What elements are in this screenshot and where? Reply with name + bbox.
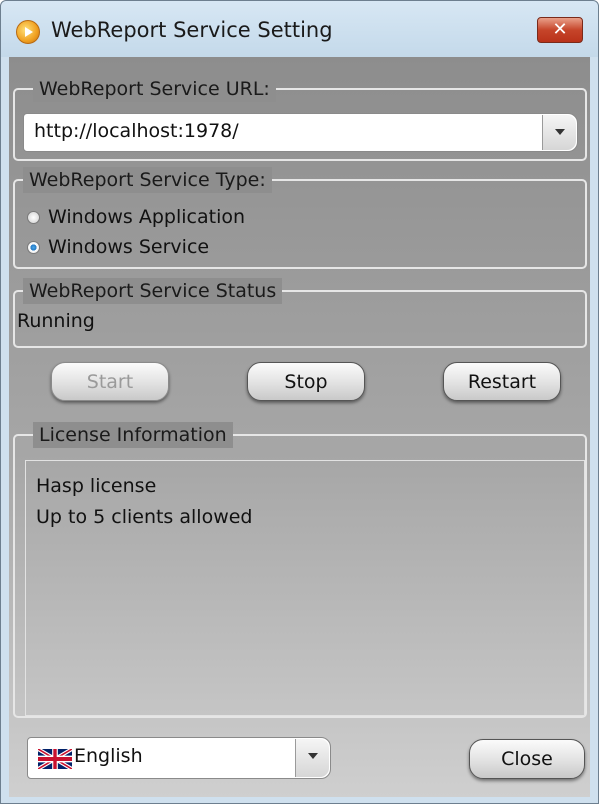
service-status-legend: WebReport Service Status (23, 278, 283, 304)
service-status-group: WebReport Service Status Running (13, 278, 587, 348)
window-title: WebReport Service Setting (51, 18, 333, 42)
restart-button[interactable]: Restart (443, 362, 561, 401)
app-icon (16, 20, 40, 44)
footer-bar: English Close (9, 717, 590, 797)
license-line: Hasp license (36, 475, 157, 497)
stop-button[interactable]: Stop (247, 362, 365, 401)
settings-window: WebReport Service Setting ✕ WebReport Se… (0, 0, 599, 804)
license-line: Up to 5 clients allowed (36, 506, 253, 528)
radio-checked-icon[interactable] (27, 240, 40, 254)
license-group: License Information Hasp license Up to 5… (13, 422, 587, 718)
language-value: English (74, 745, 143, 767)
language-combobox[interactable]: English (27, 737, 331, 779)
service-type-group: WebReport Service Type: Windows Applicat… (13, 167, 587, 269)
chevron-down-icon[interactable] (295, 739, 329, 777)
radio-unchecked-icon[interactable] (27, 210, 40, 224)
service-url-legend: WebReport Service URL: (33, 76, 276, 102)
close-icon: ✕ (552, 19, 568, 40)
uk-flag-icon (38, 749, 72, 769)
service-url-group: WebReport Service URL: http://localhost:… (13, 76, 587, 161)
close-button[interactable]: Close (469, 739, 585, 779)
radio-windows-service[interactable]: Windows Service (27, 233, 209, 261)
service-status-value: Running (17, 310, 95, 332)
service-url-value: http://localhost:1978/ (34, 120, 239, 142)
radio-label-windows-application: Windows Application (48, 206, 246, 228)
close-window-button[interactable]: ✕ (537, 17, 583, 43)
chevron-down-icon[interactable] (542, 115, 576, 150)
title-bar[interactable]: WebReport Service Setting ✕ (1, 1, 598, 57)
service-url-combobox[interactable]: http://localhost:1978/ (23, 113, 578, 152)
start-button[interactable]: Start (51, 362, 169, 401)
license-legend: License Information (33, 422, 233, 448)
radio-windows-application[interactable]: Windows Application (27, 203, 245, 231)
client-area: WebReport Service URL: http://localhost:… (9, 57, 590, 797)
service-type-legend: WebReport Service Type: (23, 167, 272, 193)
license-info-panel: Hasp license Up to 5 clients allowed (25, 460, 585, 716)
radio-label-windows-service: Windows Service (48, 236, 210, 258)
